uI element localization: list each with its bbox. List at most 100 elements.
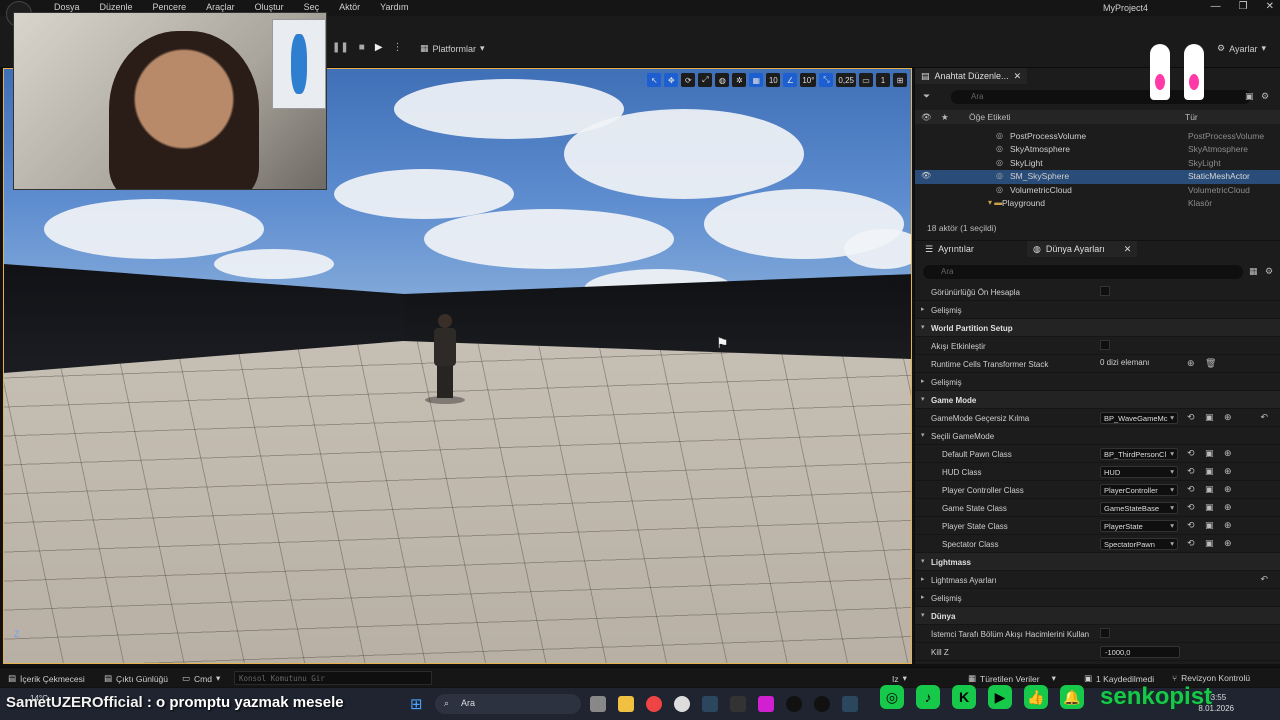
property-label: Spectator Class [942,540,999,549]
outliner-row[interactable]: ◎ SkyAtmosphere SkyAtmosphere [915,143,1280,156]
details-panel: ☰ Ayrıntılar ◍ Dünya Ayarları ✕ Ara ▦ ⚙ … [914,241,1280,664]
steam-icon[interactable] [702,696,718,712]
menu-item[interactable]: Düzenle [90,2,143,12]
translate-icon[interactable]: ✥ [664,73,679,87]
layout-icon[interactable]: ⊞ [893,73,907,87]
cmd-dropdown[interactable]: ▭ Cmd ▾ [182,673,220,684]
outliner-row[interactable]: ◎ SkyLight SkyLight [915,157,1280,170]
property-action-icons[interactable]: ⟲ ▣ ⊕ [1187,412,1236,423]
surface-snap-icon[interactable]: ✲ [732,73,747,87]
steam-icon[interactable] [842,696,858,712]
scale-icon[interactable]: ⤢ [698,73,713,87]
class-dropdown[interactable]: BP_WaveGameMc [1100,412,1178,424]
collapse-arrow-icon[interactable]: ▸ [921,575,925,583]
play-icon[interactable]: ▶ [375,42,383,53]
app-icon[interactable] [674,696,690,712]
table-view-icon[interactable]: ▦ [1249,266,1258,277]
outliner-row[interactable]: ▾ ▬ Playground Klasör [915,197,1280,210]
grid-snap-icon[interactable]: ▦ [749,73,764,87]
class-dropdown[interactable]: GameStateBase [1100,502,1178,514]
property-action-icons[interactable]: ⟲ ▣ ⊕ [1187,484,1236,495]
more-options-icon[interactable]: ⋮ [393,42,403,53]
class-dropdown[interactable]: HUD [1100,466,1178,478]
menu-item[interactable]: Yardım [370,2,418,12]
scale-snap-icon[interactable]: ⤡ [819,73,834,87]
menu-item[interactable]: Pencere [143,2,197,12]
property-action-icons[interactable]: ⟲ ▣ ⊕ [1187,502,1236,513]
visibility-icon[interactable]: 👁 [921,171,931,180]
property-checkbox[interactable] [1100,628,1110,638]
property-checkbox[interactable] [1100,286,1110,296]
gear-icon[interactable]: ⚙ [1265,266,1273,277]
filter-icon[interactable]: ⏷ [923,91,930,102]
revision-control-button[interactable]: ⑂ Revizyon Kontrolü [1172,673,1250,683]
minimize-icon[interactable]: — [1211,1,1221,12]
property-action-icons[interactable]: ⊕ 🗑 [1187,358,1220,369]
class-dropdown[interactable]: BP_ThirdPersonCl [1100,448,1178,460]
epic-games-icon[interactable] [730,696,746,712]
reset-to-default-icon[interactable]: ↶ [1260,412,1268,423]
player-character[interactable] [425,314,465,404]
col-label-header[interactable]: Öğe Etiketi [969,112,1011,122]
class-dropdown[interactable]: PlayerController [1100,484,1178,496]
close-icon[interactable]: ✕ [1266,1,1274,12]
menu-item[interactable]: Seç [294,2,330,12]
platforms-button[interactable]: ▦ Platformlar ▾ [420,43,485,54]
tab-outliner[interactable]: ▤ Anahtat Düzenle... ✕ [915,68,1028,84]
property-action-icons[interactable]: ⟲ ▣ ⊕ [1187,520,1236,531]
unreal-engine-icon[interactable] [786,696,802,712]
rotation-snap-value[interactable]: 10° [800,73,817,87]
expand-arrow-icon[interactable]: ▾ [921,323,925,331]
close-icon[interactable]: ✕ [1014,71,1022,82]
menu-item[interactable]: Araçlar [196,2,245,12]
unreal-engine-icon[interactable] [814,696,830,712]
menu-item[interactable]: Oluştur [245,2,294,12]
class-dropdown[interactable]: SpectatorPawn [1100,538,1178,550]
collapse-arrow-icon[interactable]: ▸ [921,377,925,385]
restore-icon[interactable]: ❐ [1239,1,1248,12]
content-drawer-button[interactable]: ▤ İçerik Çekmecesi [8,673,85,684]
class-dropdown[interactable]: PlayerState [1100,520,1178,532]
windows-start-icon[interactable]: ⊞ [410,695,423,713]
grid-snap-value[interactable]: 10 [766,73,781,87]
expand-arrow-icon[interactable]: ▾ [921,611,925,619]
outliner-row[interactable]: 👁 ◎ SM_SkySphere StaticMeshActor [915,170,1280,184]
details-search-input[interactable]: Ara [923,265,1243,279]
scale-snap-value[interactable]: 0,25 [836,73,856,87]
collapse-arrow-icon[interactable]: ▸ [921,305,925,313]
rotation-snap-icon[interactable]: ∠ [783,73,798,87]
camera-speed-icon[interactable]: ▭ [859,73,873,87]
app-icon[interactable] [758,696,774,712]
expand-arrow-icon[interactable]: ▾ [921,557,925,565]
menu-item[interactable]: Dosya [44,2,90,12]
number-input[interactable]: -1000,0 [1100,646,1180,658]
rotate-icon[interactable]: ⟳ [681,73,696,87]
console-command-input[interactable]: Konsol Komutunu Gir [234,671,432,685]
folder-add-icon[interactable]: ▣ [1245,91,1254,102]
pause-icon[interactable]: ❚❚ [332,42,349,53]
reset-to-default-icon[interactable]: ↶ [1260,574,1268,585]
menu-item[interactable]: Aktör [329,2,370,12]
property-action-icons[interactable]: ⟲ ▣ ⊕ [1187,538,1236,549]
task-view-icon[interactable] [590,696,606,712]
property-action-icons[interactable]: ⟲ ▣ ⊕ [1187,466,1236,477]
world-space-icon[interactable]: ◍ [715,73,730,87]
chrome-icon[interactable] [646,696,662,712]
file-explorer-icon[interactable] [618,696,634,712]
camera-speed-value[interactable]: 1 [876,73,890,87]
tab-details[interactable]: ☰ Ayrıntılar [919,241,980,257]
expand-arrow-icon[interactable]: ▾ [921,395,925,403]
property-checkbox[interactable] [1100,340,1110,350]
tab-world-settings[interactable]: ◍ Dünya Ayarları ✕ [1027,241,1138,257]
collapse-arrow-icon[interactable]: ▸ [921,593,925,601]
expand-arrow-icon[interactable]: ▾ [921,431,925,439]
output-log-button[interactable]: ▤ Çıktı Günlüğü [104,673,168,684]
player-start-flag-icon[interactable]: ⚑ [716,335,729,352]
close-icon[interactable]: ✕ [1124,244,1132,255]
taskbar-search[interactable]: ⌕ Ara [435,694,581,714]
property-action-icons[interactable]: ⟲ ▣ ⊕ [1187,448,1236,459]
outliner-row[interactable]: ◎ VolumetricCloud VolumetricCloud [915,184,1280,197]
stop-icon[interactable]: ■ [359,42,365,53]
select-mode-icon[interactable]: ↖ [647,73,662,87]
gear-icon[interactable]: ⚙ [1261,91,1269,102]
